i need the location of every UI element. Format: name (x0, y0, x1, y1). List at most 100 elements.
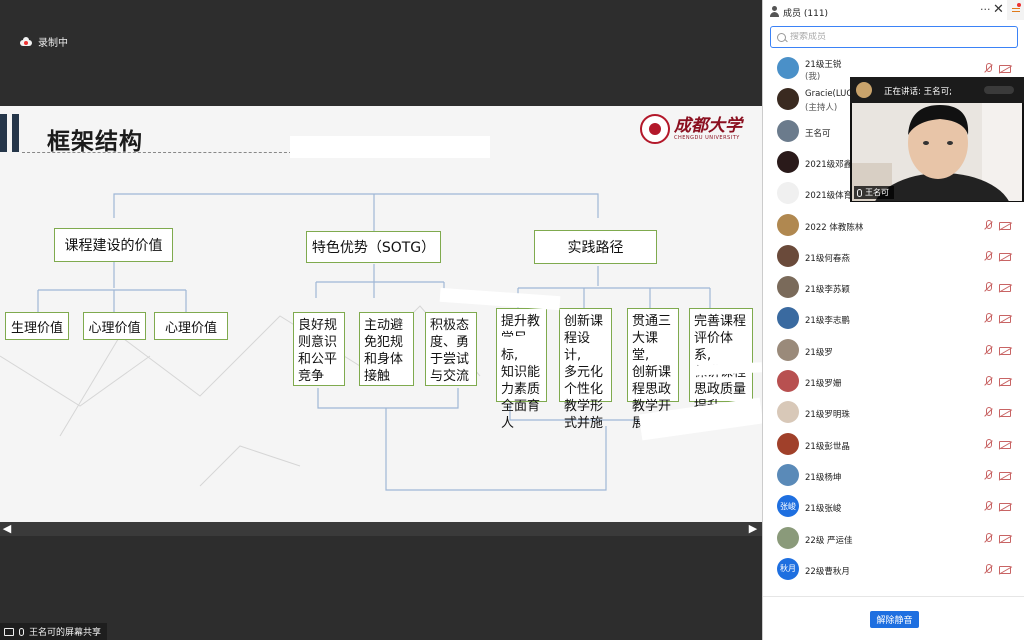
member-row[interactable]: 21级彭世晶 (763, 429, 1024, 460)
camera-off-icon[interactable] (999, 503, 1011, 512)
university-logo: 成都大学 CHENGDU UNIVERSITY (640, 114, 742, 144)
member-row[interactable]: 22级 严运佳 (763, 523, 1024, 554)
unmute-all-button[interactable]: 解除静音 (870, 611, 919, 628)
member-name: 21级彭世晶 (805, 441, 850, 452)
active-speaker-video[interactable]: 正在讲话: 王名可; 王名可 (850, 77, 1024, 202)
member-name: 21级王锐 (805, 60, 842, 70)
university-seal-icon (640, 114, 670, 144)
member-name: 2022 体教陈林 (805, 222, 864, 233)
member-row[interactable]: 秋月 22级曹秋月 (763, 554, 1024, 585)
member-row[interactable]: 21级何春燕 (763, 241, 1024, 272)
member-avatar (777, 150, 799, 173)
previous-slide-button[interactable]: ◀ (0, 522, 14, 536)
camera-off-icon[interactable] (999, 409, 1011, 418)
members-panel-title: 成员 (111) (783, 9, 829, 19)
members-icon (769, 6, 780, 17)
speaking-label: 正在讲话: 王名可; (884, 87, 952, 97)
muted-microphone-icon[interactable] (983, 250, 994, 262)
search-icon (777, 32, 786, 42)
member-row[interactable]: 21级杨坤 (763, 460, 1024, 491)
member-avatar (777, 244, 799, 267)
camera-off-icon[interactable] (999, 252, 1011, 261)
member-avatar (777, 432, 799, 455)
muted-microphone-icon[interactable] (983, 63, 994, 74)
muted-microphone-icon[interactable] (983, 532, 994, 544)
muted-microphone-icon[interactable] (983, 407, 994, 418)
muted-microphone-icon[interactable] (983, 469, 994, 481)
camera-off-icon[interactable] (999, 440, 1011, 449)
member-name: 21级罗姗 (805, 379, 842, 389)
member-search[interactable] (770, 26, 1018, 48)
recording-label: 录制中 (38, 37, 68, 49)
category-practice-path: 实践路径 (534, 230, 657, 264)
signal-icon (984, 86, 1014, 94)
muted-microphone-icon[interactable] (983, 376, 994, 387)
member-row[interactable]: 2022 体教陈林 (763, 210, 1024, 241)
slide-nav-bar: ◀ ▶ (0, 522, 762, 536)
muted-microphone-icon[interactable] (983, 344, 994, 356)
value-item-physiological: 生理价值 (5, 312, 69, 340)
panel-menu-button[interactable] (1007, 0, 1024, 20)
camera-off-icon[interactable] (999, 65, 1011, 73)
muted-microphone-icon[interactable] (983, 438, 994, 450)
camera-off-icon[interactable] (999, 534, 1011, 543)
video-name-tag: 王名可 (854, 186, 894, 199)
member-search-input[interactable] (790, 32, 990, 42)
camera-off-icon[interactable] (999, 346, 1011, 355)
member-row[interactable]: 21级罗 (763, 335, 1024, 366)
muted-microphone-icon[interactable] (983, 563, 994, 575)
camera-off-icon[interactable] (999, 315, 1011, 324)
camera-off-icon[interactable] (999, 565, 1011, 574)
camera-off-icon[interactable] (999, 378, 1011, 386)
path-item-teaching-goals: 提升教 学目标, 知识能 力素质 全面育 人 (496, 308, 547, 431)
member-avatar (777, 526, 799, 549)
muted-microphone-icon[interactable] (983, 313, 994, 324)
close-panel-button[interactable]: ✕ (993, 2, 1004, 17)
more-options-button[interactable]: ··· (980, 3, 991, 16)
member-avatar (777, 213, 799, 236)
members-panel-header: 成员 (111) ··· ✕ (763, 0, 1024, 24)
member-name: 21级罗 (805, 347, 833, 358)
member-name: 21级李志鹏 (805, 316, 850, 327)
member-name: 21级张峻 (805, 504, 842, 515)
member-name: 2021级邓鑫 (805, 159, 853, 170)
member-avatar (777, 463, 799, 486)
member-row[interactable]: 21级罗明珠 (763, 397, 1024, 428)
member-avatar (777, 338, 799, 361)
member-avatar (777, 401, 799, 424)
member-name: Gracie(LUO (805, 89, 854, 100)
member-row[interactable]: 张峻 21级张峻 (763, 491, 1024, 522)
muted-microphone-icon[interactable] (983, 501, 994, 512)
camera-off-icon[interactable] (999, 471, 1011, 480)
logo-text: 成都大学 (674, 116, 742, 136)
member-row[interactable]: 21级李苏颖 (763, 272, 1024, 303)
screen-share-icon (4, 627, 14, 636)
members-panel-footer: 解除静音 (763, 596, 1024, 640)
muted-microphone-icon[interactable] (983, 219, 994, 231)
feature-item-fair-play: 良好规 则意识 和公平 竞争 (293, 312, 345, 386)
member-row[interactable]: 21级李志鹏 (763, 303, 1024, 334)
member-avatar (777, 57, 799, 79)
logo-subtext: CHENGDU UNIVERSITY (674, 135, 740, 141)
scribble-mask (290, 136, 490, 158)
path-item-course-design: 创新课 程设计, 多元化 个性化 教学形 式并施 (559, 308, 612, 431)
member-avatar (777, 370, 799, 392)
screen-share-area: 录制中 框架结构 成都大学 CHENGDU UNIVERSITY 课程建设的价值… (0, 0, 762, 640)
recording-indicator: 录制中 (20, 34, 68, 49)
member-avatar (777, 88, 799, 111)
title-bar-right (12, 114, 19, 152)
member-row[interactable]: 21级罗姗 (763, 366, 1024, 397)
camera-off-icon[interactable] (999, 221, 1011, 230)
cloud-icon (20, 36, 32, 46)
speaking-indicator-bar: 正在讲话: 王名可; (850, 77, 1024, 103)
member-avatar (777, 307, 799, 330)
feature-item-positive-attitude: 积极态 度、勇 于尝试 与交流 (425, 312, 477, 386)
camera-off-icon[interactable] (999, 284, 1011, 293)
video-name-label: 王名可 (865, 188, 889, 197)
muted-microphone-icon[interactable] (983, 282, 994, 293)
member-name: 22级 严运佳 (805, 535, 853, 546)
member-name: 21级杨坤 (805, 472, 842, 483)
next-slide-button[interactable]: ▶ (746, 522, 760, 536)
category-sotg-features: 特色优势（SOTG） (306, 231, 441, 263)
feature-item-avoid-contact: 主动避 免犯规 和身体 接触 (359, 312, 414, 386)
